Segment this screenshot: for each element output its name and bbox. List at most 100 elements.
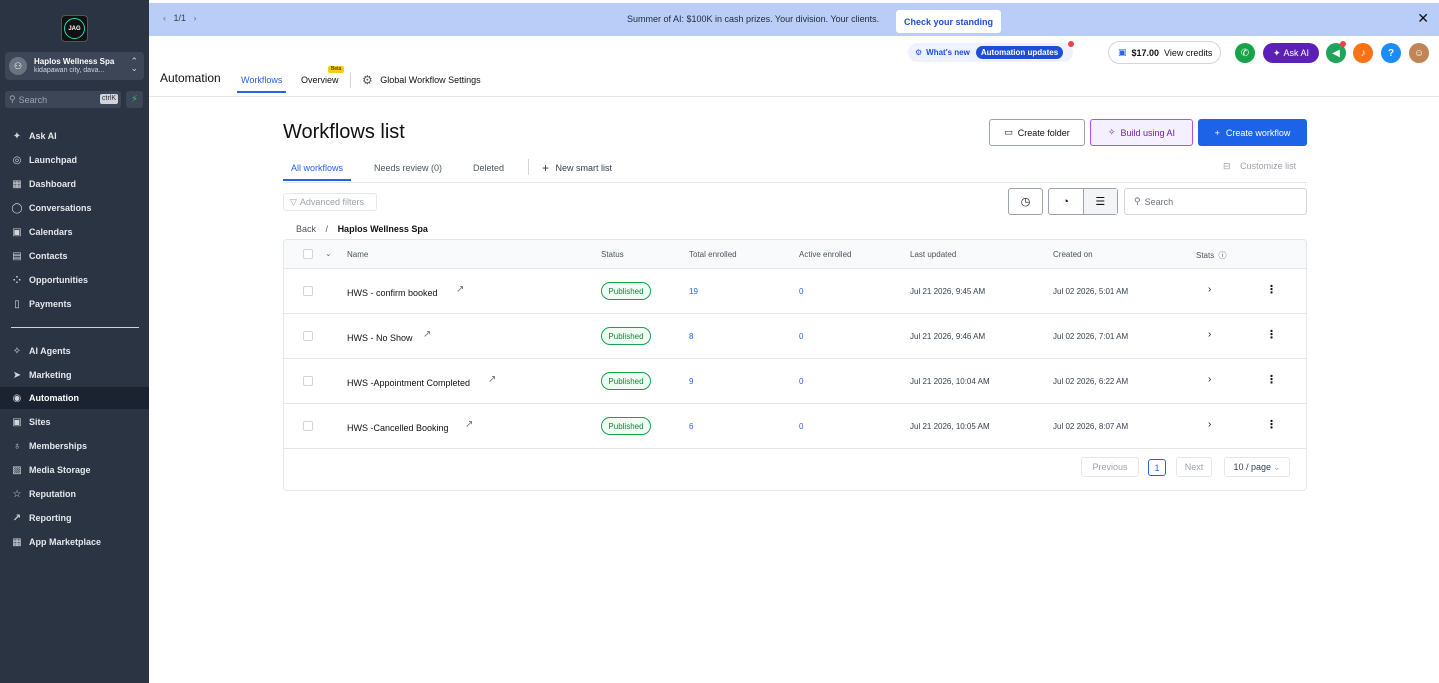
sidebar-item-ask-ai[interactable]: ✦ Ask AI <box>0 125 149 147</box>
sidebar-item-dashboard[interactable]: ▦ Dashboard <box>0 173 149 195</box>
create-workflow-button[interactable]: + Create workflow <box>1198 119 1307 146</box>
chevron-right-icon[interactable]: › <box>1208 329 1211 340</box>
total-enrolled[interactable]: 8 <box>689 332 693 341</box>
sidebar-item-automation[interactable]: ◉ Automation <box>0 387 149 409</box>
check-standing-button[interactable]: Check your standing <box>896 10 1002 33</box>
sidebar-item-conversations[interactable]: ◯ Conversations <box>0 197 149 219</box>
history-view-button[interactable]: ◷ <box>1008 188 1043 215</box>
sidebar-item-memberships[interactable]: ♁ Memberships <box>0 435 149 457</box>
sidebar-item-reputation[interactable]: ☆ Reputation <box>0 483 149 505</box>
sidebar-item-marketing[interactable]: ➤ Marketing <box>0 364 149 386</box>
table-row[interactable]: HWS -Cancelled Booking ↗ Published 6 0 Jul 21… <box>284 404 1306 449</box>
info-icon[interactable]: ⓘ <box>1218 251 1226 260</box>
tab-all-workflows[interactable]: All workflows <box>283 163 352 181</box>
breadcrumb-back[interactable]: Back <box>296 224 316 234</box>
chevron-right-icon[interactable]: › <box>1208 284 1211 295</box>
external-link-icon[interactable]: ↗ <box>488 374 496 385</box>
total-enrolled[interactable]: 9 <box>689 377 693 386</box>
new-smart-list-button[interactable]: + New smart list <box>542 161 612 175</box>
search-input[interactable]: ⚲ Search <box>1124 188 1307 215</box>
tab-deleted[interactable]: Deleted <box>473 163 504 173</box>
sidebar-item-reporting[interactable]: ↗ Reporting <box>0 507 149 529</box>
row-checkbox[interactable] <box>303 421 313 431</box>
sidebar-item-label: Sites <box>29 417 51 427</box>
sidebar-item-media-storage[interactable]: ▨ Media Storage <box>0 459 149 481</box>
external-link-icon[interactable]: ↗ <box>423 329 431 340</box>
table-row[interactable]: HWS - confirm booked ↗ Published 19 0 Jul 21 … <box>284 269 1306 314</box>
row-checkbox[interactable] <box>303 331 313 341</box>
sidebar-item-calendars[interactable]: ▣ Calendars <box>0 221 149 243</box>
total-enrolled[interactable]: 19 <box>689 287 698 296</box>
clock-view-icon[interactable]: ◔ <box>1049 196 1083 208</box>
sidebar-item-app-marketplace[interactable]: ▦ App Marketplace <box>0 531 149 553</box>
sidebar-item-label: App Marketplace <box>29 537 102 547</box>
page-size-select[interactable]: 10 / page ⌄ <box>1224 457 1290 477</box>
col-status: Status <box>601 250 624 259</box>
view-credits-link[interactable]: View credits <box>1164 48 1212 58</box>
table-row[interactable]: HWS - No Show ↗ Published 8 0 Jul 21 2026, 9:… <box>284 314 1306 359</box>
tab-workflows[interactable]: Workflows <box>237 75 287 93</box>
external-link-icon[interactable]: ↗ <box>456 284 464 295</box>
sidebar-item-ai-agents[interactable]: ✧ AI Agents <box>0 340 149 362</box>
chevron-right-icon[interactable]: › <box>1208 419 1211 430</box>
active-enrolled[interactable]: 0 <box>799 422 803 431</box>
active-enrolled[interactable]: 0 <box>799 332 803 341</box>
workflow-name[interactable]: HWS - No Show <box>347 333 413 343</box>
customize-list-button[interactable]: ⊟ Customize list <box>1223 161 1296 172</box>
more-options-icon[interactable]: ⋮ <box>1266 283 1277 296</box>
row-checkbox[interactable] <box>303 376 313 386</box>
quick-action-bolt-icon[interactable]: ⚡ <box>126 91 143 108</box>
account-avatar-icon: ⚇ <box>9 57 27 75</box>
active-enrolled[interactable]: 0 <box>799 377 803 386</box>
tab-overview[interactable]: Overview <box>301 75 339 85</box>
tab-global-settings[interactable]: ⚙ Global Workflow Settings <box>362 73 481 87</box>
chevron-right-icon[interactable]: › <box>194 13 197 23</box>
col-stats-label: Stats <box>1196 251 1215 260</box>
page-1-button[interactable]: 1 <box>1148 459 1166 476</box>
sidebar-search[interactable]: ⚲ Search ctrlK <box>5 91 121 108</box>
table-row[interactable]: HWS -Appointment Completed ↗ Published 9 0 Ju… <box>284 359 1306 404</box>
filter-icon: ▽ <box>290 196 297 207</box>
status-badge: Published <box>601 372 651 390</box>
more-options-icon[interactable]: ⋮ <box>1266 328 1277 341</box>
total-enrolled[interactable]: 6 <box>689 422 693 431</box>
workflow-name[interactable]: HWS -Cancelled Booking <box>347 423 449 433</box>
close-icon[interactable]: ✕ <box>1417 10 1429 27</box>
tab-needs-review[interactable]: Needs review (0) <box>374 163 442 173</box>
select-all-checkbox[interactable] <box>303 249 313 259</box>
chevron-left-icon[interactable]: ‹ <box>163 13 166 23</box>
chevron-down-icon[interactable]: ⌄ <box>325 249 332 258</box>
user-avatar[interactable]: ☺ <box>1409 43 1429 63</box>
workflow-name[interactable]: HWS - confirm booked <box>347 288 438 298</box>
previous-page-button[interactable]: Previous <box>1081 457 1139 477</box>
banner-pager: ‹ 1/1 › <box>163 13 197 23</box>
chevron-right-icon[interactable]: › <box>1208 374 1211 385</box>
next-page-button[interactable]: Next <box>1176 457 1212 477</box>
bell-icon[interactable]: ♪ <box>1353 43 1373 63</box>
sidebar-item-contacts[interactable]: ▤ Contacts <box>0 245 149 267</box>
workflow-name[interactable]: HWS -Appointment Completed <box>347 378 470 388</box>
col-name: Name <box>347 250 369 259</box>
ask-ai-button[interactable]: ✦ Ask AI <box>1263 43 1319 63</box>
build-using-ai-button[interactable]: ✧ Build using AI <box>1090 119 1193 146</box>
sidebar-item-launchpad[interactable]: ◎ Launchpad <box>0 149 149 171</box>
phone-icon[interactable]: ✆ <box>1235 43 1255 63</box>
whats-new-button[interactable]: ⚙ What's new Automation updates <box>908 41 1074 62</box>
list-view-icon[interactable]: ☰ <box>1082 189 1117 214</box>
more-options-icon[interactable]: ⋮ <box>1266 418 1277 431</box>
page-size-value: 10 / page <box>1233 462 1271 472</box>
sidebar-item-payments[interactable]: ▯ Payments <box>0 293 149 315</box>
last-updated: Jul 21 2026, 9:46 AM <box>910 332 986 341</box>
more-options-icon[interactable]: ⋮ <box>1266 373 1277 386</box>
account-switcher[interactable]: ⚇ Haplos Wellness Spa kidapawan city, da… <box>5 52 144 80</box>
sidebar-item-sites[interactable]: ▣ Sites <box>0 411 149 433</box>
credits-widget[interactable]: ▣ $17.00 View credits <box>1108 41 1221 64</box>
sidebar-item-opportunities[interactable]: ⁘ Opportunities <box>0 269 149 291</box>
active-enrolled[interactable]: 0 <box>799 287 803 296</box>
help-icon[interactable]: ? <box>1381 43 1401 63</box>
advanced-filters-button[interactable]: ▽ Advanced filters <box>283 193 377 211</box>
company-logo[interactable]: JAG <box>61 15 88 42</box>
row-checkbox[interactable] <box>303 286 313 296</box>
create-folder-button[interactable]: ▭ Create folder <box>989 119 1085 146</box>
external-link-icon[interactable]: ↗ <box>465 419 473 430</box>
